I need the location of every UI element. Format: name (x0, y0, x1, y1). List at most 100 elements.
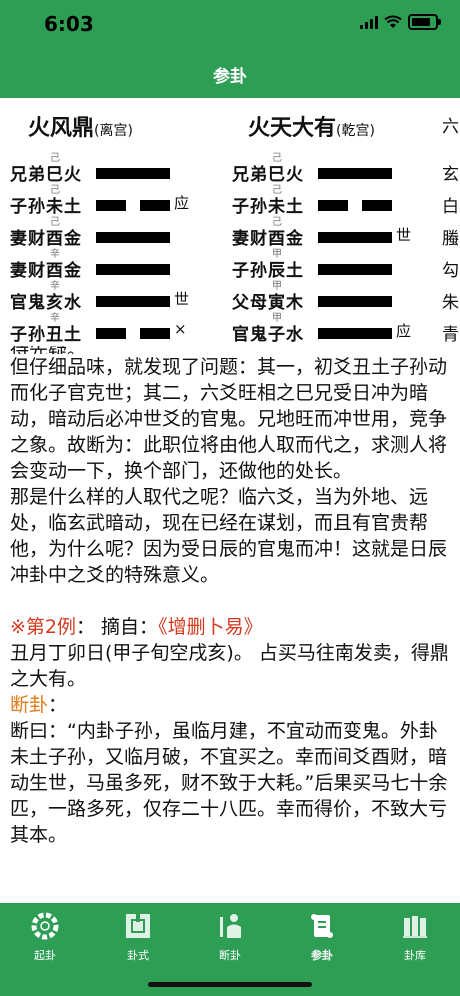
yin-line-right (140, 328, 170, 339)
hexagram-line: 妻财酉金 辛 (10, 249, 220, 284)
yang-line (96, 168, 170, 179)
tab-qigua[interactable]: 起卦 (10, 911, 80, 963)
status-icons (360, 14, 441, 30)
date-line: 丑月丁卯日(甲子旬空戌亥)。 占买马往南发卖，得鼎之大有。 (10, 642, 449, 690)
hexagram-title-left: 火风鼎(离宫) (28, 116, 133, 141)
yang-line (318, 264, 392, 275)
line-relation: 妻财酉金 (232, 229, 304, 249)
line-annotation: 辛 (50, 313, 60, 324)
battery-icon (408, 14, 441, 30)
example-label: ※第2例 (10, 616, 77, 638)
line-annotation: 己 (50, 153, 60, 164)
line-relation: 兄弟巳火 (232, 165, 304, 185)
yin-line-left (96, 200, 126, 211)
line-relation: 父母寅木 (232, 293, 304, 313)
line-relation: 官鬼子水 (232, 325, 304, 345)
example-heading: ※第2例： 摘自：《增删卜易》 (10, 614, 454, 640)
yang-line (96, 296, 170, 307)
tab-guashi[interactable]: 卦式 (103, 911, 173, 963)
paragraph: 但仔细品味，就发现了问题：其一，初爻丑土子孙动而化子官克世；其二，六爻旺相之巳兄… (10, 356, 448, 482)
scroll-icon (311, 914, 333, 938)
judge-label: 断卦 (10, 694, 49, 716)
hexagram-line: 官鬼子水 甲 应 (232, 313, 432, 348)
line-mark: 世 (174, 290, 190, 308)
line-annotation: 辛 (50, 281, 60, 292)
hexagram-line: 妻财酉金 己 世 (232, 217, 432, 252)
line-relation: 妻财酉金 (10, 229, 82, 249)
line-annotation: 辛 (50, 249, 60, 260)
tab-label: 参卦 (311, 949, 333, 962)
line-relation: 子孙未土 (232, 197, 304, 217)
line-annotation: 己 (272, 185, 282, 196)
hexagram-line: 官鬼亥水 辛 世 (10, 281, 220, 316)
hexagram-line: 子孙丑土 辛 × (10, 313, 220, 348)
yang-line (96, 264, 170, 275)
line-relation: 妻财酉金 (10, 261, 82, 281)
wifi-icon (384, 15, 402, 28)
line-annotation: 己 (50, 185, 60, 196)
cut-off-line: 待先疑。 (10, 346, 454, 354)
line-relation: 官鬼亥水 (10, 293, 82, 313)
example-colon: ： 摘自： (76, 616, 159, 638)
hexagram-line: 子孙未土 己 应 (10, 185, 220, 220)
third-column-item: 朱 (442, 293, 459, 313)
hexagram-line: 妻财酉金 己 (10, 217, 220, 252)
third-column-item: 白 (442, 197, 459, 217)
hexagram-line: 父母寅木 甲 (232, 281, 432, 316)
line-annotation: 甲 (272, 249, 282, 260)
line-annotation: 甲 (272, 313, 282, 324)
hexagram-line: 子孙辰土 甲 (232, 249, 432, 284)
article-content: 待先疑。 但仔细品味，就发现了问题：其一，初爻丑土子孙动而化子官克世；其二，六爻… (10, 346, 454, 848)
example-source: 《增删卜易》 (158, 616, 263, 638)
paragraph: 断曰：“内卦子孙，虽临月建，不宜动而变鬼。外卦未土子孙，又临月破，不宜买之。幸而… (10, 720, 448, 846)
hexagram-line: 兄弟巳火 己 (10, 153, 220, 188)
hexagram-panel: 火风鼎(离宫) 火天大有(乾宫) 六 兄弟巳火 己 子孙未土 己 应 妻财酉金 … (0, 98, 460, 348)
third-column-item: 螣 (442, 229, 459, 249)
third-column-title: 六 (442, 117, 459, 137)
paragraph: 那是什么样的人取代之呢？临六爻，当为外地、远处，临玄武暗动，现在已经在谋划，而且… (10, 486, 448, 586)
line-mark: 应 (396, 322, 412, 340)
yin-line-left (96, 328, 126, 339)
home-indicator (148, 982, 312, 987)
header-bar: 6:03 参卦 (0, 0, 460, 98)
third-column-item: 玄 (442, 165, 459, 185)
tab-label: 断卦 (219, 949, 241, 962)
library-icon (403, 916, 427, 938)
hexagram-title-right: 火天大有(乾宫) (248, 116, 375, 141)
status-time: 6:03 (44, 12, 94, 36)
page-title: 参卦 (213, 67, 247, 87)
yang-line (318, 232, 392, 243)
hexagram-line: 兄弟巳火 己 (232, 153, 432, 188)
hexagram-frame-icon (126, 914, 150, 938)
signal-icon (360, 15, 378, 29)
line-relation: 子孙未土 (10, 197, 82, 217)
line-annotation: 己 (272, 217, 282, 228)
yin-line-right (362, 200, 392, 211)
yang-line (318, 168, 392, 179)
tab-label: 卦式 (127, 949, 149, 962)
tab-guaku[interactable]: 卦库 (380, 911, 450, 963)
yin-line-left (318, 200, 348, 211)
line-annotation: 己 (50, 217, 60, 228)
line-relation: 子孙辰土 (232, 261, 304, 281)
line-annotation: 甲 (272, 281, 282, 292)
hexagram-line: 子孙未土 己 (232, 185, 432, 220)
tab-cangua[interactable]: 参卦 (287, 911, 357, 963)
third-column-item: 勾 (442, 261, 459, 281)
gear-ring-icon (31, 912, 59, 940)
tab-label: 卦库 (404, 949, 426, 962)
line-mark: 应 (174, 194, 190, 212)
yang-line (96, 232, 170, 243)
line-annotation: 己 (272, 153, 282, 164)
third-column-item: 青 (442, 325, 459, 345)
tab-duangua[interactable]: 断卦 (195, 911, 265, 963)
yang-line (318, 296, 392, 307)
judge-heading: 断卦： (10, 694, 68, 716)
line-mark: 世 (396, 226, 412, 244)
tab-label: 起卦 (34, 949, 56, 962)
yin-line-right (140, 200, 170, 211)
line-mark: × (174, 320, 187, 338)
yang-line (318, 328, 392, 339)
pen-person-icon (220, 914, 241, 938)
